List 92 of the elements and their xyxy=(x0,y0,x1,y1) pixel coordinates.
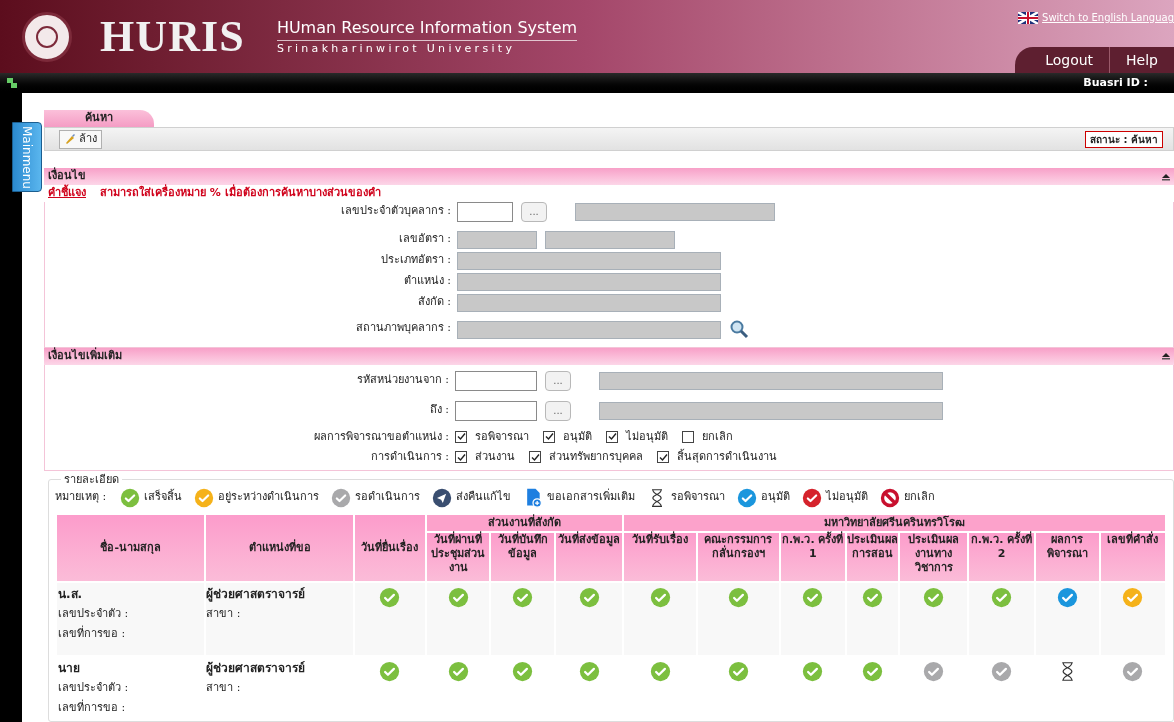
checkbox[interactable] xyxy=(682,430,694,443)
checkbox[interactable] xyxy=(657,451,669,464)
branch-label: สาขา : xyxy=(206,680,242,696)
browse-button[interactable]: ... xyxy=(545,400,571,421)
legend-text: รอพิจารณา xyxy=(671,489,726,506)
section-title: เงื่อนไข xyxy=(48,168,86,184)
legend-text: ขอเอกสารเพิ่มเติม xyxy=(547,489,636,506)
column-header: วันที่ยื่นเรื่อง xyxy=(354,514,425,581)
checkbox[interactable] xyxy=(455,451,467,464)
column-header: ก.พ.ว. ครั้งที่ 1 xyxy=(780,533,846,581)
checkbox-label: ไม่อนุมัติ xyxy=(626,428,668,445)
column-header: เลขที่คำสั่ง xyxy=(1100,533,1165,581)
note-text: สามารถใส่เครื่องหมาย % เมื่อต้องการค้นหาบางส่วนของคำ xyxy=(100,185,381,201)
checkbox[interactable] xyxy=(543,430,555,443)
legend-text: อยู่ระหว่างดำเนินการ xyxy=(218,489,320,506)
checkbox[interactable] xyxy=(455,430,467,443)
input-field[interactable] xyxy=(455,370,537,391)
header-button[interactable]: Logout xyxy=(1029,47,1110,73)
column-header: ก.พ.ว. ครั้งที่ 2 xyxy=(969,533,1034,581)
check-circle-icon xyxy=(331,487,352,508)
note-label: คำชี้แจง xyxy=(48,185,86,201)
user-id-label: Buasri ID : xyxy=(1083,74,1148,91)
field-label: เลขประจำตัวบุคลากร : xyxy=(339,203,451,220)
search-icon[interactable] xyxy=(729,318,749,339)
legend-text: เสร็จสิ้น xyxy=(144,489,183,506)
search-tab[interactable]: ค้นหา xyxy=(44,110,154,127)
logo-text: HURIS xyxy=(100,10,245,63)
name-title: น.ส. xyxy=(58,586,84,603)
request-label: เลขที่การขอ : xyxy=(58,625,127,642)
check-circle-icon xyxy=(802,487,823,508)
clear-button[interactable]: ล้าง xyxy=(59,129,102,149)
legend-text: ยกเลิก xyxy=(904,489,936,506)
flag-icon xyxy=(1018,11,1039,24)
network-icon xyxy=(6,77,18,89)
column-group-header: มหาวิทยาลัยศรีนครินทรวิโรฒ xyxy=(624,514,1165,531)
id-label: เลขประจำตัว : xyxy=(58,606,130,622)
field-label: รหัสหน่วยงานจาก : xyxy=(355,372,449,389)
column-header: วันที่ผ่านที่ประชุมส่วนงาน xyxy=(426,533,490,581)
collapse-icon[interactable] xyxy=(1162,172,1170,181)
collapse-icon[interactable] xyxy=(1162,352,1170,360)
legend-label: หมายเหตุ : xyxy=(55,489,107,506)
status-indicator: สถานะ : ค้นหา xyxy=(1085,130,1163,148)
column-group-header: ส่วนงานที่สังกัด xyxy=(426,514,623,531)
checkbox-label: รอพิจารณา xyxy=(475,428,529,445)
branch-label: สาขา : xyxy=(206,606,242,622)
column-header: วันที่บันทึกข้อมูล xyxy=(491,533,554,581)
paper-plane-icon xyxy=(432,487,453,508)
check-circle-icon xyxy=(194,487,215,508)
field-label: ตำแหน่ง : xyxy=(402,273,451,290)
legend-text: อนุมัติ xyxy=(761,489,791,506)
checkbox-label: สิ้นสุดการดำเนินงาน xyxy=(677,449,777,465)
field-label: การดำเนินการ : xyxy=(369,449,449,465)
check-circle-icon xyxy=(120,487,141,508)
legend-text: รอดำเนินการ xyxy=(355,489,421,506)
position-text: ผู้ช่วยศาสตราจารย์ xyxy=(206,660,307,677)
column-header: ชื่อ-นามสกุล xyxy=(57,514,205,581)
legend-text: ไม่อนุมัติ xyxy=(826,489,869,506)
check-circle-icon xyxy=(737,487,758,508)
university-seal xyxy=(22,11,72,62)
name-title: นาย xyxy=(58,660,81,677)
field-label: ประเภทอัตรา : xyxy=(379,252,451,269)
column-header: ผลการพิจารณา xyxy=(1035,533,1099,581)
column-header: คณะกรรมการกลั่นกรองฯ xyxy=(698,533,779,581)
id-label: เลขประจำตัว : xyxy=(58,680,130,696)
field-label: สถานภาพบุคลากร : xyxy=(354,320,451,337)
checkbox-label: ยกเลิก xyxy=(702,428,733,445)
field-label: ผลการพิจารณาขอตำแหน่ง : xyxy=(312,428,449,445)
input-field[interactable] xyxy=(455,400,537,421)
input-field[interactable] xyxy=(457,201,513,222)
field-label: เลขอัตรา : xyxy=(397,231,451,248)
broom-icon xyxy=(64,133,76,145)
system-title: HUman Resource Information System xyxy=(276,15,578,41)
legend-text: ส่งคืนแก้ไข xyxy=(456,489,512,506)
checkbox-label: ส่วนทรัพยากรบุคคล xyxy=(549,449,643,465)
field-label: สังกัด : xyxy=(416,294,451,311)
column-header: วันที่รับเรื่อง xyxy=(624,533,697,581)
ban-icon xyxy=(880,487,901,508)
position-text: ผู้ช่วยศาสตราจารย์ xyxy=(206,586,307,603)
browse-button[interactable]: ... xyxy=(521,201,547,222)
column-header: ประเมินผลงานทางวิชาการ xyxy=(900,533,968,581)
checkbox-label: ส่วนงาน xyxy=(475,449,515,465)
browse-button[interactable]: ... xyxy=(545,370,571,391)
system-subtitle: Srinakharinwirot University xyxy=(276,40,517,57)
checkbox[interactable] xyxy=(606,430,618,443)
request-label: เลขที่การขอ : xyxy=(58,699,127,716)
field-label: ถึง : xyxy=(428,402,449,419)
column-header: ตำแหน่งที่ขอ xyxy=(206,514,353,581)
column-header: วันที่ส่งข้อมูล xyxy=(555,533,623,581)
section-title: เงื่อนไขเพิ่มเติม xyxy=(48,347,122,364)
column-header: ประเมินผลการสอน xyxy=(847,533,899,581)
checkbox[interactable] xyxy=(529,451,541,464)
checkbox-label: อนุมัติ xyxy=(563,428,592,445)
